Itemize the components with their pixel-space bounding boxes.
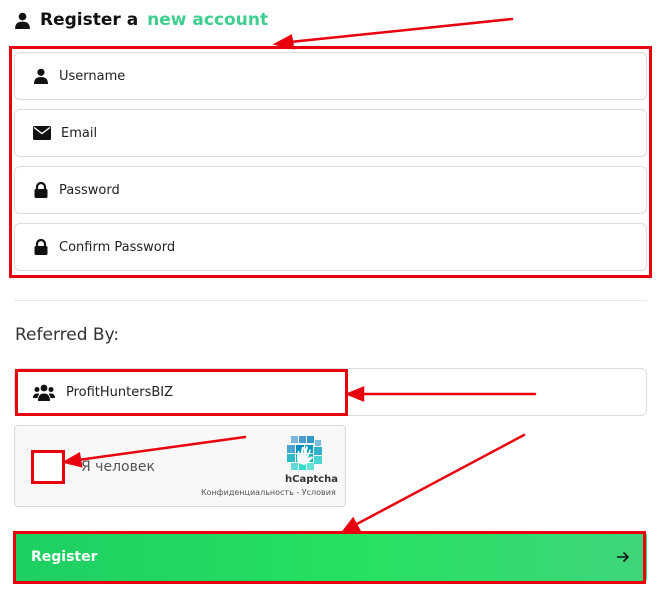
register-button-label: Register: [31, 549, 98, 565]
register-button[interactable]: Register: [14, 532, 647, 582]
title-prefix: Register a: [40, 10, 139, 30]
envelope-icon: [33, 126, 51, 140]
username-placeholder: Username: [59, 68, 126, 84]
title-accent: new account: [147, 10, 269, 30]
username-field[interactable]: Username: [14, 52, 647, 100]
email-placeholder: Email: [61, 125, 98, 141]
password-placeholder: Password: [59, 182, 120, 198]
page-title: Register a new account: [14, 8, 268, 32]
email-field[interactable]: Email: [14, 109, 647, 157]
referrer-field[interactable]: ProfitHuntersBIZ: [14, 368, 647, 416]
lock-icon: [34, 182, 48, 198]
referrer-value: ProfitHuntersBIZ: [66, 384, 174, 400]
confirm-password-field[interactable]: Confirm Password: [14, 223, 647, 271]
referred-by-label: Referred By:: [15, 325, 120, 345]
hcaptcha-logo-icon: [287, 436, 322, 470]
lock-icon: [34, 239, 48, 255]
users-icon: [33, 384, 55, 401]
confirm-password-placeholder: Confirm Password: [59, 239, 176, 255]
user-icon: [15, 12, 30, 29]
hcaptcha-brand: hCaptcha: [285, 474, 338, 485]
human-checkbox[interactable]: [33, 452, 63, 482]
human-checkbox-label: Я человек: [81, 459, 155, 475]
password-field[interactable]: Password: [14, 166, 647, 214]
hcaptcha-links[interactable]: Конфиденциальность - Условия: [201, 488, 336, 497]
section-divider: [14, 300, 647, 301]
user-icon: [34, 68, 48, 84]
arrow-right-icon: [617, 551, 630, 563]
hcaptcha-widget: Я человек hCaptcha Конфиденциальность - …: [14, 425, 346, 507]
